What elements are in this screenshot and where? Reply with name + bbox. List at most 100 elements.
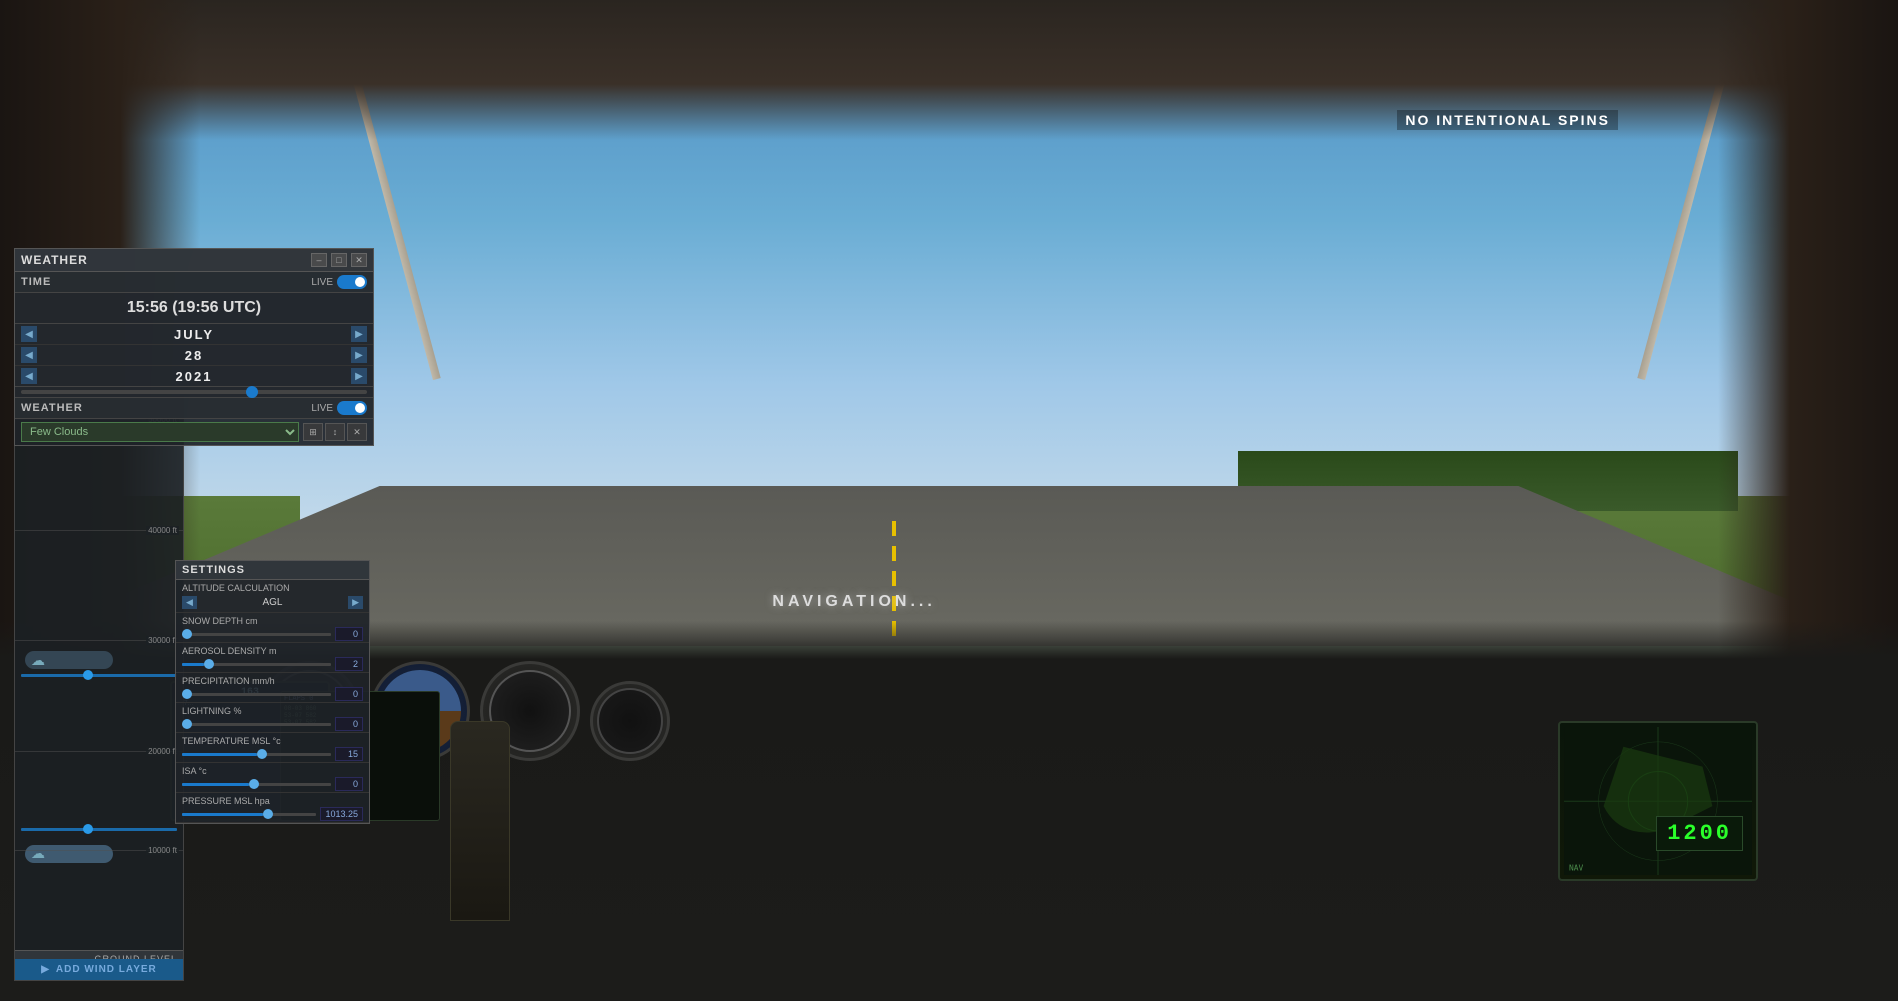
weather-panel-title: WEATHER (21, 253, 88, 267)
weather-label: WEATHER (21, 402, 83, 414)
day-row: ◀ 28 ▶ (15, 345, 373, 366)
year-next-button[interactable]: ▶ (351, 368, 367, 384)
isa-controls: 0 (182, 777, 363, 791)
pressure-msl-slider[interactable] (182, 813, 316, 816)
time-label: TIME (21, 276, 51, 288)
date-picker: ◀ JULY ▶ ◀ 28 ▶ ◀ 2021 ▶ (15, 324, 373, 387)
temperature-msl-label: TEMPERATURE MSL °c (182, 736, 363, 746)
day-prev-button[interactable]: ◀ (21, 347, 37, 363)
weather-action-3[interactable]: ✕ (347, 423, 367, 441)
lightning-value: 0 (335, 717, 363, 731)
no-spins-label: NO INTENTIONAL SPINS (1397, 110, 1618, 130)
pressure-msl-value: 1013.25 (320, 807, 363, 821)
precipitation-controls: 0 (182, 687, 363, 701)
snow-depth-thumb[interactable] (182, 629, 192, 639)
minimize-button[interactable]: – (311, 253, 327, 267)
alt-line-20000: 20000 ft (15, 751, 183, 752)
altitude-panel: 50000 ft 40000 ft 30000 ft ☁ 20000 ft ☁ … (14, 396, 184, 981)
aerosol-thumb[interactable] (204, 659, 214, 669)
vsi (590, 681, 670, 761)
header-controls: – □ ✕ (311, 253, 367, 267)
weather-action-buttons: ⊞ ↕ ✕ (303, 423, 367, 441)
time-live-toggle[interactable]: LIVE (311, 275, 367, 289)
temperature-msl-slider[interactable] (182, 753, 331, 756)
transponder-display: 1200 (1656, 816, 1743, 851)
time-slider-track[interactable] (21, 390, 367, 394)
isa-label: ISA °c (182, 766, 363, 776)
precipitation-value: 0 (335, 687, 363, 701)
month-value: JULY (37, 327, 351, 342)
aerosol-density-row: AEROSOL DENSITY m 2 (176, 643, 369, 673)
weather-toggle-switch[interactable] (337, 401, 367, 415)
altitude-calc-label: ALTITUDE CALCULATION (182, 583, 363, 593)
nav-screen: NAV (1558, 721, 1758, 881)
isa-thumb[interactable] (249, 779, 259, 789)
precipitation-row: PRECIPITATION mm/h 0 (176, 673, 369, 703)
current-time-value: 15:56 (19:56 UTC) (127, 299, 261, 316)
precipitation-thumb[interactable] (182, 689, 192, 699)
time-section-header: TIME LIVE (15, 272, 373, 293)
isa-slider[interactable] (182, 783, 331, 786)
weather-section-header: WEATHER LIVE (15, 398, 373, 419)
temperature-msl-thumb[interactable] (257, 749, 267, 759)
time-toggle-switch[interactable] (337, 275, 367, 289)
pressure-msl-row: PRESSURE MSL hpa 1013.25 (176, 793, 369, 823)
snow-depth-value: 0 (335, 627, 363, 641)
cloud-slider-upper[interactable] (21, 674, 177, 677)
isa-row: ISA °c 0 (176, 763, 369, 793)
precipitation-slider[interactable] (182, 693, 331, 696)
alt-line-40000: 40000 ft (15, 530, 183, 531)
month-prev-button[interactable]: ◀ (21, 326, 37, 342)
temperature-msl-row: TEMPERATURE MSL °c 15 (176, 733, 369, 763)
lightning-thumb[interactable] (182, 719, 192, 729)
weather-type-select[interactable]: Few Clouds (21, 422, 299, 442)
aerosol-label: AEROSOL DENSITY m (182, 646, 363, 656)
day-next-button[interactable]: ▶ (351, 347, 367, 363)
day-value: 28 (37, 348, 351, 363)
pressure-msl-fill (182, 813, 263, 816)
cloud-slider-lower[interactable] (21, 828, 177, 831)
altitude-calc-value: AGL (197, 597, 348, 608)
weather-live-label: LIVE (311, 403, 333, 414)
lightning-row: LIGHTNING % 0 (176, 703, 369, 733)
weather-live-toggle[interactable]: LIVE (311, 401, 367, 415)
temperature-msl-value: 15 (335, 747, 363, 761)
cloud-marker-10000: ☁ (25, 845, 113, 863)
year-row: ◀ 2021 ▶ (15, 366, 373, 386)
aerosol-controls: 2 (182, 657, 363, 671)
time-display: 15:56 (19:56 UTC) (15, 293, 373, 324)
altitude-calculation-row: ALTITUDE CALCULATION ◀ AGL ▶ (176, 580, 369, 613)
pressure-msl-label: PRESSURE MSL hpa (182, 796, 363, 806)
throttle-quadrant (450, 721, 510, 921)
weather-action-1[interactable]: ⊞ (303, 423, 323, 441)
add-wind-layer-button[interactable]: ▶ ADD WIND LAYER (15, 959, 183, 980)
year-prev-button[interactable]: ◀ (21, 368, 37, 384)
cloud-slider-lower-thumb[interactable] (83, 824, 93, 834)
aerosol-slider[interactable] (182, 663, 331, 666)
close-button[interactable]: ✕ (351, 253, 367, 267)
lightning-slider[interactable] (182, 723, 331, 726)
add-wind-icon: ▶ (41, 964, 50, 975)
weather-panel: WEATHER – □ ✕ TIME LIVE 15:56 (19:56 UTC… (14, 248, 374, 446)
weather-action-2[interactable]: ↕ (325, 423, 345, 441)
lightning-controls: 0 (182, 717, 363, 731)
pressure-msl-thumb[interactable] (263, 809, 273, 819)
settings-panel-header: SETTINGS (176, 561, 369, 580)
restore-button[interactable]: □ (331, 253, 347, 267)
altitude-calc-next[interactable]: ▶ (348, 596, 363, 609)
temperature-msl-controls: 15 (182, 747, 363, 761)
svg-text:NAV: NAV (1569, 863, 1584, 872)
snow-depth-slider[interactable] (182, 633, 331, 636)
sim-background: NO INTENTIONAL SPINS NAVIGATION... 163 1… (0, 0, 1898, 1001)
month-row: ◀ JULY ▶ (15, 324, 373, 345)
aerosol-value: 2 (335, 657, 363, 671)
cloud-marker-30000: ☁ (25, 651, 113, 669)
time-slider-thumb[interactable] (246, 386, 258, 398)
time-live-label: LIVE (311, 277, 333, 288)
month-next-button[interactable]: ▶ (351, 326, 367, 342)
isa-value: 0 (335, 777, 363, 791)
cloud-slider-upper-thumb[interactable] (83, 670, 93, 680)
temperature-msl-fill (182, 753, 257, 756)
weather-panel-header: WEATHER – □ ✕ (15, 249, 373, 272)
altitude-calc-prev[interactable]: ◀ (182, 596, 197, 609)
